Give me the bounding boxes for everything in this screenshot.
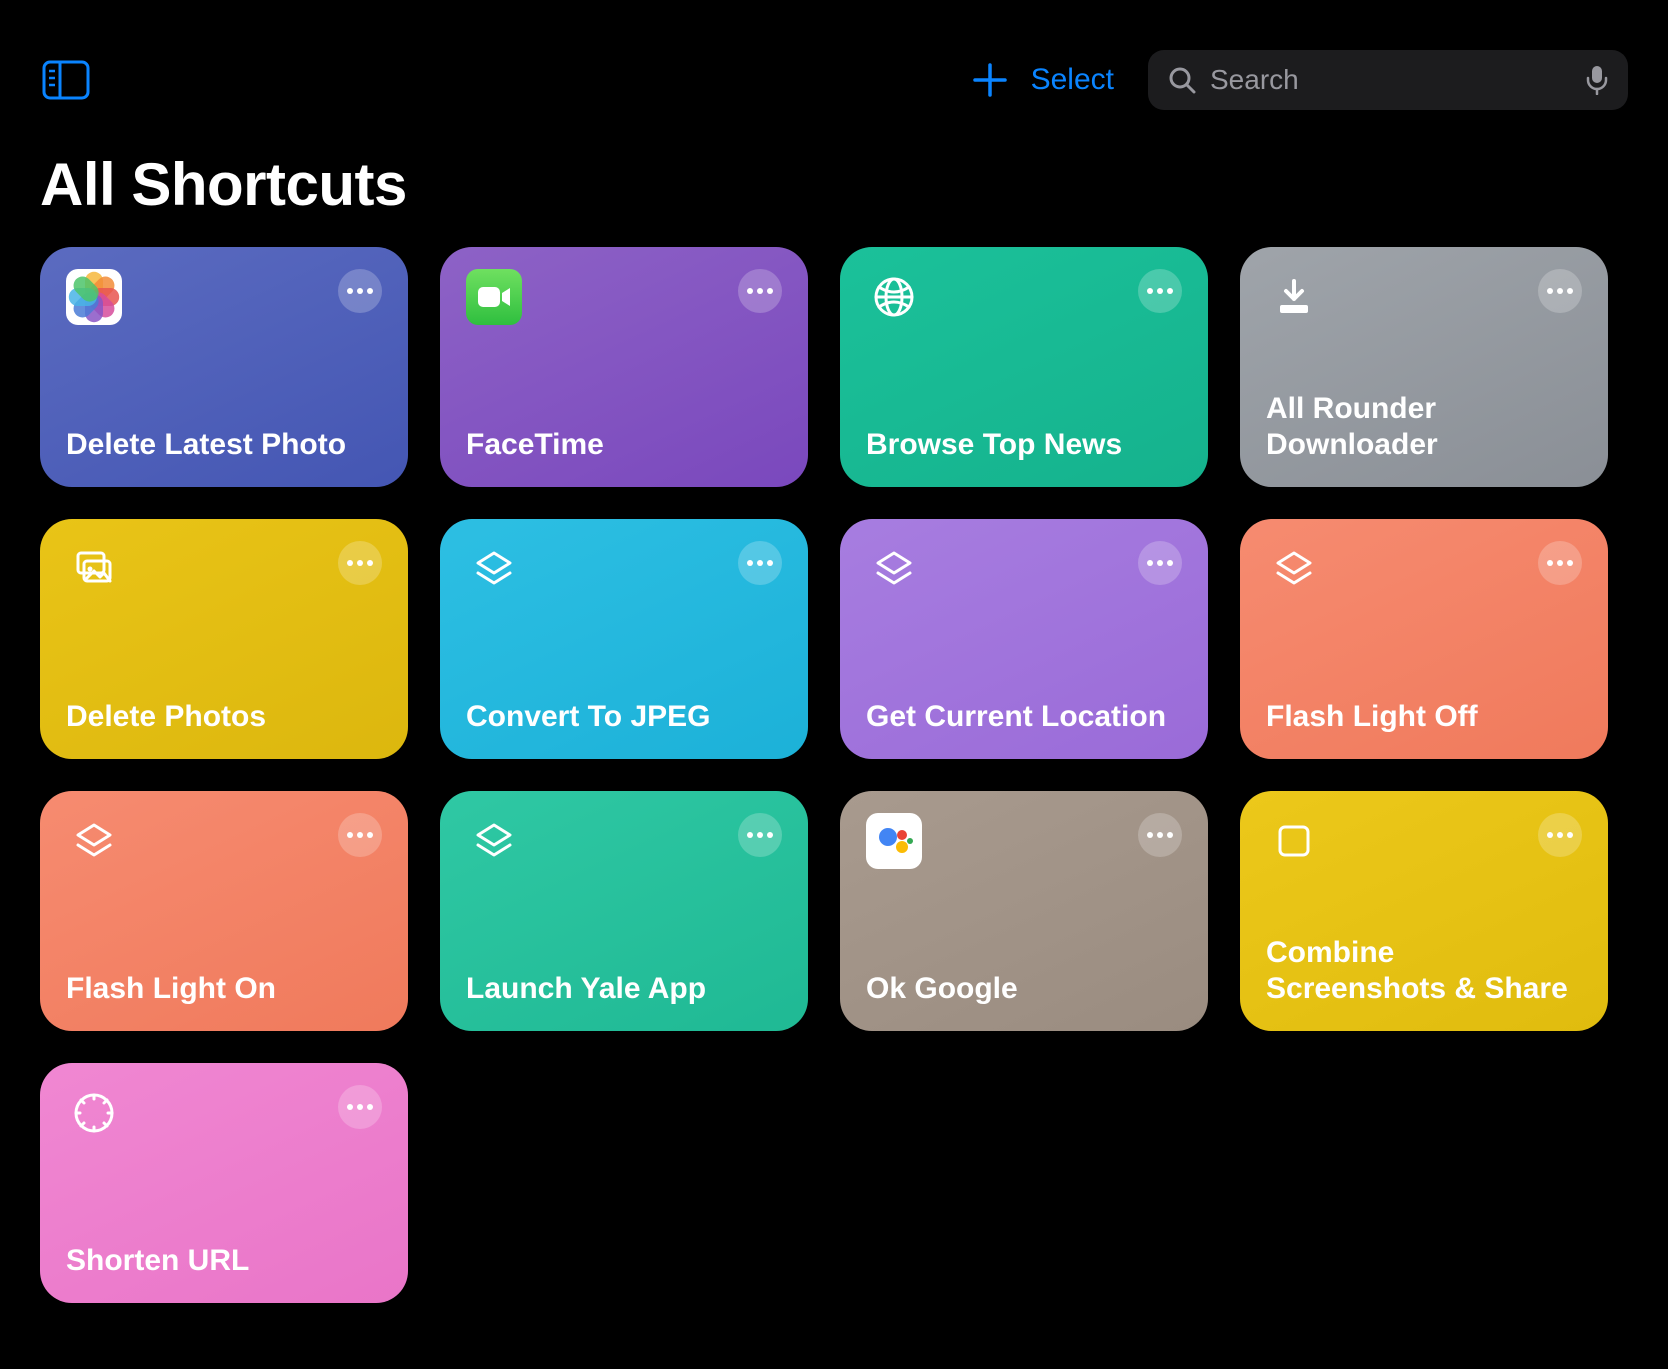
more-options-button[interactable] [738, 269, 782, 313]
shortcut-card[interactable]: Browse Top News [840, 247, 1208, 487]
square-icon [1266, 813, 1322, 869]
more-options-button[interactable] [1138, 541, 1182, 585]
toolbar: Select [0, 0, 1668, 130]
shortcut-label: Launch Yale App [466, 971, 782, 1007]
shortcut-label: Browse Top News [866, 427, 1182, 463]
sidebar-toggle-button[interactable] [42, 60, 90, 100]
shortcut-card[interactable]: Get Current Location [840, 519, 1208, 759]
shortcut-card[interactable]: Launch Yale App [440, 791, 808, 1031]
select-button[interactable]: Select [1031, 63, 1114, 97]
more-options-button[interactable] [338, 813, 382, 857]
card-top-row [1266, 541, 1582, 597]
more-options-button[interactable] [1138, 269, 1182, 313]
photos-app-icon [66, 269, 122, 325]
shortcut-label: Shorten URL [66, 1243, 382, 1279]
shortcut-label: Delete Latest Photo [66, 427, 382, 463]
card-top-row [466, 541, 782, 597]
card-top-row [66, 813, 382, 869]
card-top-row [866, 541, 1182, 597]
more-options-button[interactable] [1538, 269, 1582, 313]
more-options-button[interactable] [338, 1085, 382, 1129]
more-options-button[interactable] [738, 813, 782, 857]
shortcut-card[interactable]: All Rounder Downloader [1240, 247, 1608, 487]
safari-icon [66, 1085, 122, 1141]
card-top-row [66, 269, 382, 325]
dictation-button[interactable] [1586, 65, 1608, 95]
layers-icon [466, 813, 522, 869]
shortcut-card[interactable]: Combine Screenshots & Share [1240, 791, 1608, 1031]
shortcut-card[interactable]: Delete Latest Photo [40, 247, 408, 487]
photos-stack-icon [66, 541, 122, 597]
shortcut-card[interactable]: Ok Google [840, 791, 1208, 1031]
shortcut-label: Delete Photos [66, 699, 382, 735]
shortcut-label: Flash Light On [66, 971, 382, 1007]
card-top-row [1266, 813, 1582, 869]
more-options-button[interactable] [1538, 813, 1582, 857]
facetime-app-icon [466, 269, 522, 325]
add-shortcut-button[interactable] [973, 63, 1007, 97]
shortcut-card[interactable]: Convert To JPEG [440, 519, 808, 759]
sidebar-icon [42, 60, 90, 100]
layers-icon [466, 541, 522, 597]
layers-icon [866, 541, 922, 597]
shortcut-label: Get Current Location [866, 699, 1182, 735]
card-top-row [866, 813, 1182, 869]
shortcut-card[interactable]: Flash Light On [40, 791, 408, 1031]
more-options-button[interactable] [1138, 813, 1182, 857]
download-icon [1266, 269, 1322, 325]
page-title: All Shortcuts [0, 130, 1668, 247]
card-top-row [66, 1085, 382, 1141]
shortcut-label: Convert To JPEG [466, 699, 782, 735]
layers-icon [1266, 541, 1322, 597]
more-options-button[interactable] [338, 541, 382, 585]
assistant-app-icon [866, 813, 922, 869]
more-options-button[interactable] [338, 269, 382, 313]
search-field-wrap [1148, 50, 1628, 110]
card-top-row [1266, 269, 1582, 325]
card-top-row [66, 541, 382, 597]
search-icon [1168, 66, 1196, 94]
plus-icon [973, 63, 1007, 97]
globe-icon [866, 269, 922, 325]
card-top-row [866, 269, 1182, 325]
layers-icon [66, 813, 122, 869]
shortcut-card[interactable]: Delete Photos [40, 519, 408, 759]
shortcut-card[interactable]: Flash Light Off [1240, 519, 1608, 759]
shortcut-label: Combine Screenshots & Share [1266, 935, 1582, 1007]
card-top-row [466, 813, 782, 869]
microphone-icon [1586, 65, 1608, 95]
shortcut-label: All Rounder Downloader [1266, 391, 1582, 463]
card-top-row [466, 269, 782, 325]
shortcut-card[interactable]: Shorten URL [40, 1063, 408, 1303]
shortcut-card[interactable]: FaceTime [440, 247, 808, 487]
shortcut-label: FaceTime [466, 427, 782, 463]
search-input[interactable] [1210, 64, 1572, 96]
more-options-button[interactable] [1538, 541, 1582, 585]
more-options-button[interactable] [738, 541, 782, 585]
shortcuts-grid: Delete Latest Photo FaceTime Browse Top Ne… [0, 247, 1668, 1303]
shortcut-label: Flash Light Off [1266, 699, 1582, 735]
shortcut-label: Ok Google [866, 971, 1182, 1007]
